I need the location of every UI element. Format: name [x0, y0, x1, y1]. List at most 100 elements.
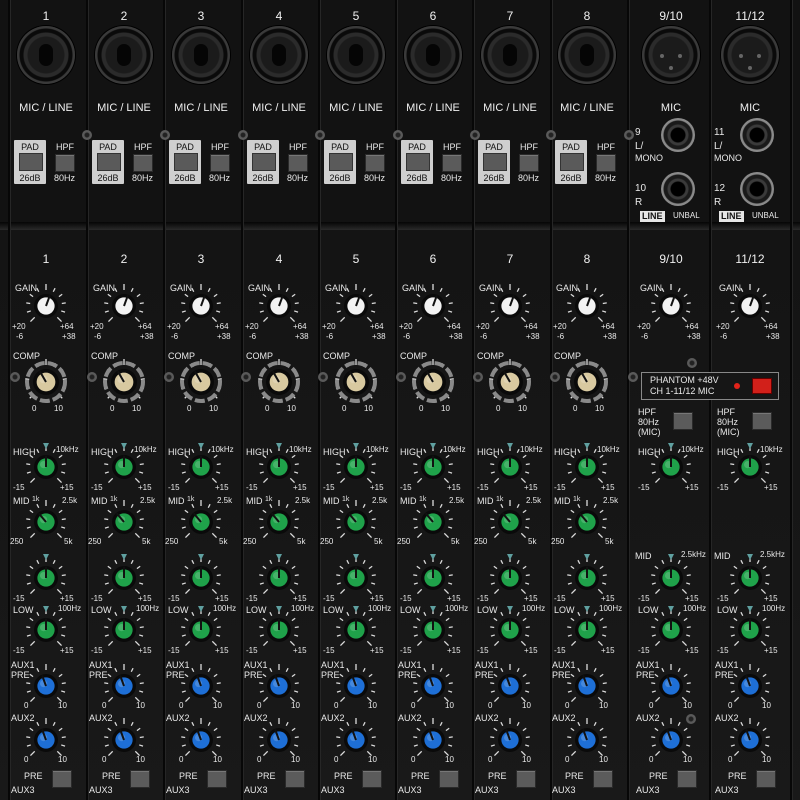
- pad-switch[interactable]: PAD 26dB: [401, 140, 433, 184]
- panel-screw: [82, 130, 92, 140]
- aux-pre-button[interactable]: [130, 770, 150, 788]
- hpf-button[interactable]: [133, 154, 153, 172]
- aux-pre-button[interactable]: [362, 770, 382, 788]
- mid-max: +15: [685, 594, 699, 603]
- mid-min: -15: [13, 594, 25, 603]
- pad-button[interactable]: [174, 153, 198, 171]
- hpf-button[interactable]: [210, 154, 230, 172]
- mid-max: +15: [60, 594, 74, 603]
- mid-5k: 5k: [219, 537, 228, 546]
- strip-divider: [550, 0, 552, 800]
- pad-button[interactable]: [560, 153, 584, 171]
- pad-switch[interactable]: PAD 26dB: [247, 140, 279, 184]
- aux-pre-button[interactable]: [516, 770, 536, 788]
- comp-max: 10: [54, 404, 63, 413]
- hpf-mic-button[interactable]: [673, 412, 693, 430]
- mid-250: 250: [551, 537, 565, 546]
- panel-screw: [396, 372, 406, 382]
- phantom-switch[interactable]: [752, 378, 772, 394]
- pad-switch[interactable]: PAD 26dB: [478, 140, 510, 184]
- aux1-max: 10: [445, 701, 454, 710]
- comp-knob[interactable]: [253, 356, 305, 408]
- mid-5k: 5k: [451, 537, 460, 546]
- strip-divider: [8, 0, 10, 800]
- comp-knob[interactable]: [98, 356, 150, 408]
- panel-screw: [241, 372, 251, 382]
- pad-switch[interactable]: PAD 26dB: [92, 140, 124, 184]
- mid-min: -15: [246, 594, 258, 603]
- high-max: +15: [370, 483, 384, 492]
- pad-switch[interactable]: PAD 26dB: [169, 140, 201, 184]
- pad-button[interactable]: [252, 153, 276, 171]
- xlr-pin: [660, 54, 664, 58]
- aux-pre-button[interactable]: [593, 770, 613, 788]
- channel-number: 1: [42, 252, 50, 266]
- mid-min: -15: [638, 594, 650, 603]
- hpf-button[interactable]: [55, 154, 75, 172]
- aux-pre-button[interactable]: [52, 770, 72, 788]
- aux-pre-button[interactable]: [677, 770, 697, 788]
- aux-pre-button[interactable]: [285, 770, 305, 788]
- aux-pre-button[interactable]: [207, 770, 227, 788]
- comp-knob[interactable]: [20, 356, 72, 408]
- aux-pre-button[interactable]: [439, 770, 459, 788]
- xlr-input-jack[interactable]: [558, 26, 616, 84]
- xlr-input-jack[interactable]: [404, 26, 462, 84]
- pad-button[interactable]: [19, 153, 43, 171]
- aux2-min: 0: [411, 755, 416, 764]
- low-min: -15: [477, 646, 489, 655]
- xlr-input-jack[interactable]: [172, 26, 230, 84]
- xlr-input-jack[interactable]: [642, 26, 700, 84]
- comp-min: 0: [187, 404, 192, 413]
- gain-scale-r1: +64: [524, 322, 538, 331]
- pad-button[interactable]: [97, 153, 121, 171]
- xlr-input-jack[interactable]: [95, 26, 153, 84]
- gain-scale-l1: +20: [476, 322, 490, 331]
- mid-max: +15: [447, 594, 461, 603]
- comp-knob[interactable]: [561, 356, 613, 408]
- xlr-input-jack[interactable]: [17, 26, 75, 84]
- comp-knob[interactable]: [407, 356, 459, 408]
- line-jack-r[interactable]: [740, 172, 774, 206]
- comp-knob[interactable]: [175, 356, 227, 408]
- comp-min: 0: [496, 404, 501, 413]
- hpf-button[interactable]: [519, 154, 539, 172]
- channel-number: 2: [120, 252, 128, 266]
- pad-button[interactable]: [483, 153, 507, 171]
- gain-scale-r1: +64: [293, 322, 307, 331]
- pad-label: PAD: [562, 142, 580, 152]
- hpf-button[interactable]: [596, 154, 616, 172]
- comp-knob[interactable]: [484, 356, 536, 408]
- low-max: +15: [524, 646, 538, 655]
- gain-scale-l1: +20: [167, 322, 181, 331]
- aux2-min: 0: [728, 755, 733, 764]
- line-jack-r[interactable]: [661, 172, 695, 206]
- panel-screw: [87, 372, 97, 382]
- xlr-input-jack[interactable]: [250, 26, 308, 84]
- xlr-input-jack[interactable]: [327, 26, 385, 84]
- pad-switch[interactable]: PAD 26dB: [555, 140, 587, 184]
- comp-knob[interactable]: [330, 356, 382, 408]
- hpf-button[interactable]: [288, 154, 308, 172]
- panel-seam: [0, 222, 800, 230]
- xlr-input-jack[interactable]: [481, 26, 539, 84]
- hpf-button[interactable]: [365, 154, 385, 172]
- aux2-max: 10: [599, 755, 608, 764]
- high-max: +15: [138, 483, 152, 492]
- line-jack-l[interactable]: [740, 118, 774, 152]
- pad-switch[interactable]: PAD 26dB: [324, 140, 356, 184]
- hpf-mic-button[interactable]: [752, 412, 772, 430]
- pad-button[interactable]: [329, 153, 353, 171]
- gain-scale-r2: +38: [217, 332, 231, 341]
- pad-value: 26dB: [252, 173, 274, 183]
- gain-scale-r2: +38: [449, 332, 463, 341]
- hpf-button[interactable]: [442, 154, 462, 172]
- high-min: -15: [91, 483, 103, 492]
- line-jack-l[interactable]: [661, 118, 695, 152]
- aux-pre-button[interactable]: [756, 770, 776, 788]
- aux2-max: 10: [522, 755, 531, 764]
- pad-button[interactable]: [406, 153, 430, 171]
- high-min: -15: [638, 483, 650, 492]
- pad-switch[interactable]: PAD 26dB: [14, 140, 46, 184]
- xlr-input-jack[interactable]: [721, 26, 779, 84]
